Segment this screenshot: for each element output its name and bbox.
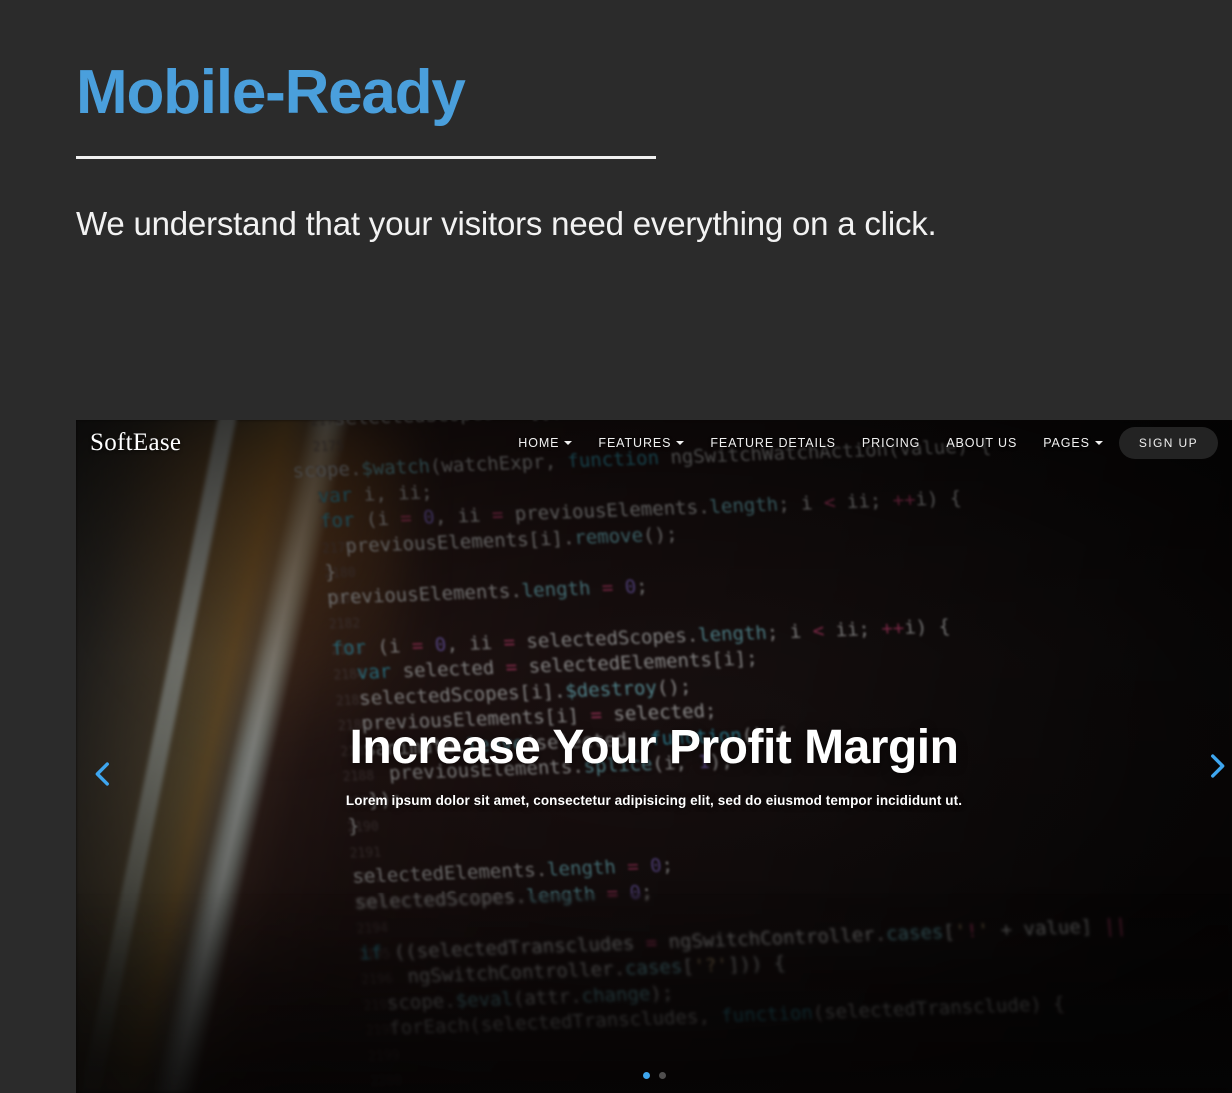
template-preview-carousel[interactable]: 2172 2173 2174 2175 2176 2177 2178 2179 … — [76, 420, 1232, 1093]
carousel-prev-button[interactable] — [86, 757, 120, 791]
nav-item-label: ABOUT US — [946, 436, 1018, 450]
title-divider — [76, 156, 656, 159]
page-title: Mobile-Ready — [76, 58, 466, 127]
nav-item-feature-details[interactable]: FEATURE DETAILS — [710, 436, 836, 450]
nav-item-label: HOME — [518, 436, 560, 450]
photo-bottom-fade — [76, 893, 1232, 1093]
nav-item-about-us[interactable]: ABOUT US — [946, 436, 1017, 450]
nav-item-pricing[interactable]: PRICING — [862, 436, 920, 450]
chevron-left-icon — [86, 757, 120, 791]
nav-item-label: FEATURES — [598, 436, 672, 450]
nav-item-label: PAGES — [1043, 436, 1090, 450]
carousel-next-button[interactable] — [1200, 749, 1232, 783]
hero-subtitle: Lorem ipsum dolor sit amet, consectetur … — [345, 793, 963, 808]
nav-item-pages[interactable]: PAGES — [1043, 436, 1103, 450]
nav-item-label: PRICING — [861, 436, 921, 450]
carousel-indicator-2[interactable] — [658, 1072, 666, 1079]
section-header: Mobile-Ready We understand that your vis… — [76, 62, 1176, 244]
chevron-down-icon — [564, 441, 573, 445]
sign-up-button[interactable]: SIGN UP — [1118, 427, 1218, 459]
chevron-down-icon — [1094, 441, 1103, 445]
preview-navbar: SoftEase HOME FEATURES FEATURE DETAILS PRIC… — [76, 420, 1232, 466]
hero-caption: Increase Your Profit Margin Lorem ipsum … — [76, 720, 1232, 808]
brand-logo[interactable]: SoftEase — [90, 429, 181, 457]
nav-item-label: FEATURE DETAILS — [710, 436, 836, 450]
nav-item-home[interactable]: HOME — [518, 436, 573, 450]
primary-navigation: HOME FEATURES FEATURE DETAILS PRICING ABOUT … — [518, 436, 1103, 450]
carousel-indicator-1[interactable] — [642, 1072, 650, 1079]
carousel-indicators — [76, 1072, 1232, 1079]
chevron-down-icon — [676, 441, 685, 445]
chevron-right-icon — [1200, 749, 1232, 783]
hero-title: Increase Your Profit Margin — [349, 721, 959, 774]
section-subtitle: We understand that your visitors need ev… — [76, 205, 937, 242]
nav-item-features[interactable]: FEATURES — [598, 436, 685, 450]
